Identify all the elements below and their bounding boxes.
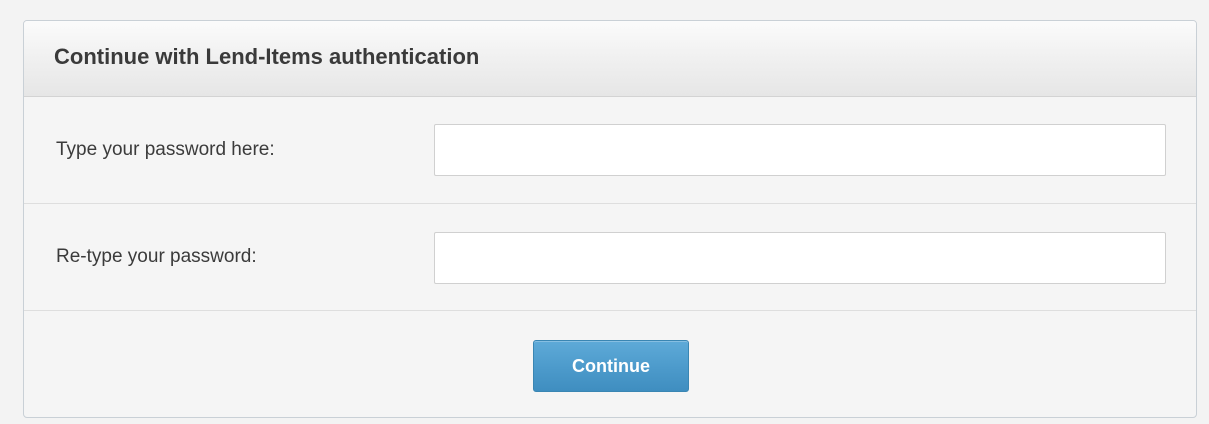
- retype-password-row: Re-type your password:: [24, 204, 1196, 311]
- form-footer: Continue: [24, 311, 1196, 417]
- panel-title: Continue with Lend-Items authentication: [54, 43, 480, 69]
- retype-password-input[interactable]: [434, 232, 1166, 284]
- auth-panel: Continue with Lend-Items authentication …: [23, 20, 1197, 418]
- panel-header: Continue with Lend-Items authentication: [24, 21, 1196, 97]
- password-row: Type your password here:: [24, 97, 1196, 204]
- password-input[interactable]: [434, 124, 1166, 176]
- continue-button[interactable]: Continue: [533, 340, 689, 392]
- password-label: Type your password here:: [56, 139, 275, 160]
- retype-password-label: Re-type your password:: [56, 246, 257, 267]
- page: Continue with Lend-Items authentication …: [0, 0, 1209, 424]
